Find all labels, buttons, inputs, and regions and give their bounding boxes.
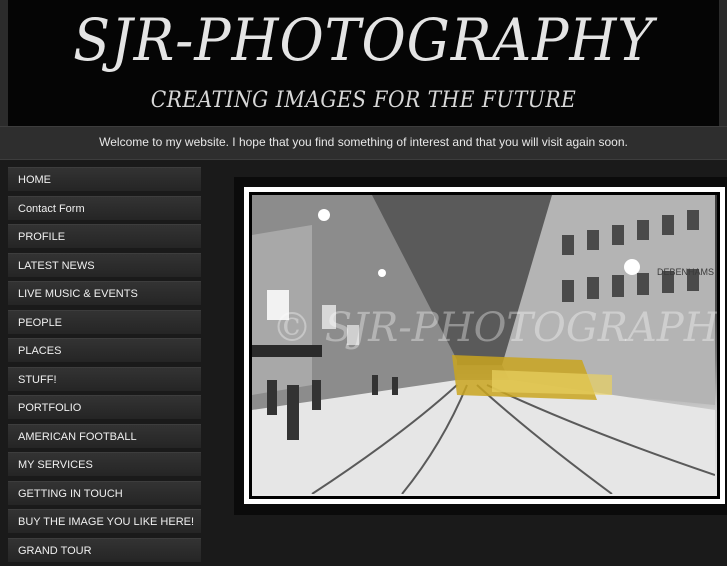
featured-photo: DEBENHAMS © SJR-PHOTOGRAPHY — [252, 195, 717, 496]
nav-item-live-music-events[interactable]: LIVE MUSIC & EVENTS — [8, 281, 201, 305]
nav-item-getting-in-touch[interactable]: GETTING IN TOUCH — [8, 480, 201, 505]
site-header: SJR-PHOTOGRAPHY CREATING IMAGES FOR THE … — [0, 0, 727, 126]
nav-item-home[interactable]: HOME — [8, 167, 201, 191]
nav-item-people[interactable]: PEOPLE — [8, 309, 201, 334]
nav-item-places[interactable]: PLACES — [8, 338, 201, 362]
nav-item-stuff[interactable]: STUFF! — [8, 366, 201, 391]
store-sign: DEBENHAMS — [657, 267, 714, 277]
nav-item-american-football[interactable]: AMERICAN FOOTBALL — [8, 423, 201, 448]
photo-watermark: © SJR-PHOTOGRAPHY — [272, 305, 717, 351]
sidebar-nav: HOME Contact Form PROFILE LATEST NEWS LI… — [8, 167, 201, 566]
nav-item-latest-news[interactable]: LATEST NEWS — [8, 252, 201, 277]
featured-photo-frame: DEBENHAMS © SJR-PHOTOGRAPHY — [244, 187, 725, 504]
nav-item-buy-image[interactable]: BUY THE IMAGE YOU LIKE HERE! — [8, 509, 201, 533]
nav-item-portfolio[interactable]: PORTFOLIO — [8, 395, 201, 419]
site-logo-title[interactable]: SJR-PHOTOGRAPHY — [33, 6, 694, 74]
nav-item-my-services[interactable]: MY SERVICES — [8, 452, 201, 476]
welcome-message: Welcome to my website. I hope that you f… — [0, 126, 727, 160]
header-banner: SJR-PHOTOGRAPHY CREATING IMAGES FOR THE … — [8, 0, 719, 126]
nav-item-grand-tour[interactable]: GRAND TOUR — [8, 537, 201, 562]
site-tagline: CREATING IMAGES FOR THE FUTURE — [150, 88, 577, 113]
nav-item-contact-form[interactable]: Contact Form — [8, 195, 201, 220]
nav-item-profile[interactable]: PROFILE — [8, 224, 201, 248]
